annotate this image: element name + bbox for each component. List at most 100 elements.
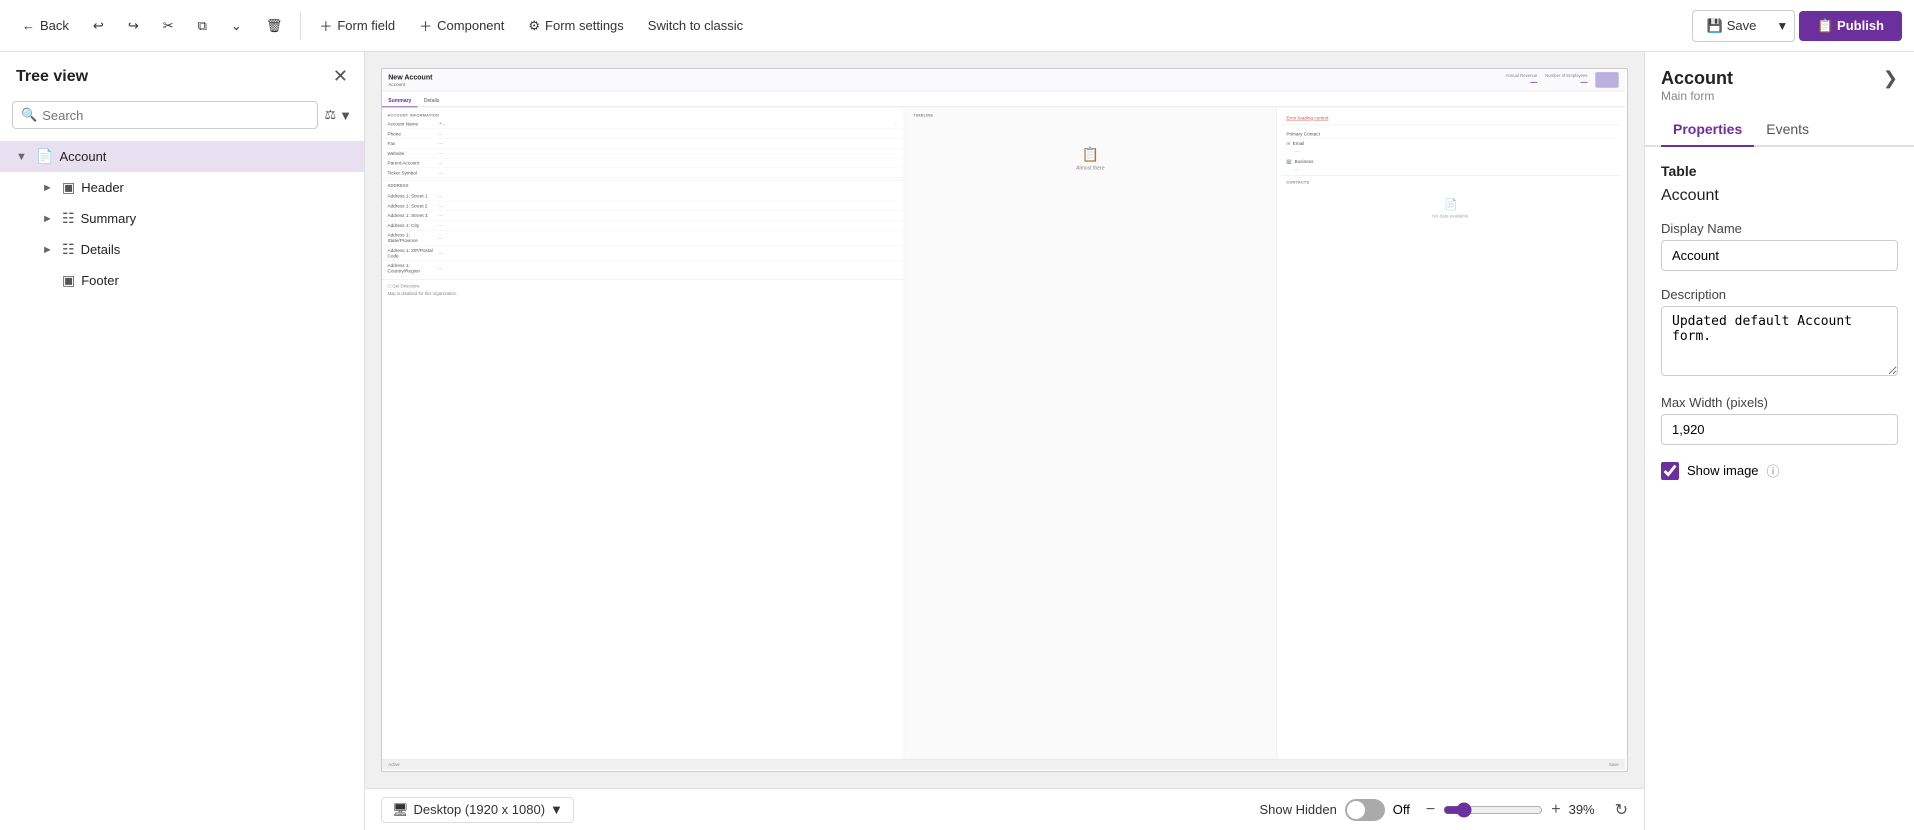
fp-field-country: Address 1: Country/Region --- <box>382 261 904 276</box>
fp-primary-contact-row: Primary Contact <box>1286 129 1615 139</box>
cut-icon: ✂ <box>163 18 174 34</box>
rp-description-textarea[interactable] <box>1661 306 1898 376</box>
rp-show-image-checkbox[interactable] <box>1661 462 1679 480</box>
fp-no-data-area: 📄 No data available. <box>1281 186 1621 230</box>
tree-item-details[interactable]: ► ☷ Details <box>42 234 364 265</box>
search-input-wrap[interactable]: 🔍 <box>12 101 318 129</box>
tree-child-details: ► ☷ Details <box>0 234 364 265</box>
timeline-icon: 📋 <box>1082 146 1099 162</box>
rp-header: Account Main form ❯ <box>1645 52 1914 103</box>
canvas-area: New Account Account Annual Revenue — Num… <box>365 52 1644 830</box>
toggle-state-label: Off <box>1393 802 1410 817</box>
fp-stat-revenue-val: — <box>1530 78 1537 86</box>
fp-field-ticker-val: --- <box>438 170 898 175</box>
refresh-button[interactable]: ↻ <box>1615 800 1628 820</box>
fp-field-street1: Address 1: Street 1 --- <box>382 191 904 201</box>
plus-icon: ＋ <box>319 16 332 35</box>
rp-display-name-input[interactable] <box>1661 240 1898 271</box>
fp-field-account-name-val: --- <box>441 121 893 126</box>
fp-section-account-info: ACCOUNT INFORMATION <box>382 111 904 119</box>
fp-column2: Timeline 📋 Almost there <box>904 107 1277 765</box>
fp-field-state: Address 1: State/Province --- <box>382 230 904 245</box>
save-button[interactable]: 💾 Save <box>1692 10 1770 42</box>
fp-primary-contact-label: Primary Contact <box>1286 131 1337 136</box>
fp-tab-details[interactable]: Details <box>418 94 446 107</box>
switch-classic-button[interactable]: Switch to classic <box>638 12 753 39</box>
fp-field-website: Website --- <box>382 149 904 159</box>
rp-tab-properties[interactable]: Properties <box>1661 113 1754 147</box>
fp-chart-bar <box>1595 72 1618 88</box>
form-field-label: Form field <box>337 18 395 33</box>
tree-item-header[interactable]: ► ▣ Header <box>42 172 364 203</box>
tree-item-summary-label: Summary <box>81 211 352 226</box>
undo-icon: ↩ <box>93 18 104 34</box>
redo-button[interactable]: ↪ <box>118 12 149 40</box>
save-dropdown-button[interactable]: ▼ <box>1770 10 1795 42</box>
fp-column3: Error loading control Primary Contact ✉ … <box>1277 107 1625 765</box>
delete-button[interactable]: 🗑 <box>256 12 293 40</box>
redo-icon: ↪ <box>128 18 139 34</box>
cut-button[interactable]: ✂ <box>153 12 184 40</box>
rp-table-value: Account <box>1661 187 1898 205</box>
add-form-field-button[interactable]: ＋ Form field <box>309 10 405 41</box>
switch-label: Switch to classic <box>648 18 743 33</box>
fp-contacts-label: CONTACTS <box>1281 178 1621 186</box>
rp-expand-button[interactable]: ❯ <box>1883 68 1898 89</box>
fp-stat-revenue: Annual Revenue — <box>1506 73 1538 86</box>
undo-button[interactable]: ↩ <box>83 12 114 40</box>
more-button[interactable]: ⌄ <box>221 12 252 40</box>
fp-field-account-name: Account Name * --- ··· <box>382 119 904 129</box>
tree-item-summary[interactable]: ► ☷ Summary <box>42 203 364 234</box>
filter-button[interactable]: ⚖ ▼ <box>324 107 352 123</box>
copy-button[interactable]: ⧉ <box>188 12 217 40</box>
publish-icon: 📋 <box>1817 18 1837 33</box>
fp-tab-summary[interactable]: Summary <box>382 94 418 107</box>
fp-form-title: New Account <box>388 73 432 81</box>
fp-field-city-val: --- <box>438 223 898 228</box>
fp-map-area: ⬡ Get Directions Map is disabled for thi… <box>382 279 904 300</box>
publish-button[interactable]: 📋 Publish <box>1799 11 1902 41</box>
fp-primary-contact-section: Primary Contact ✉ Email --- 🏢 Business <box>1281 125 1621 176</box>
rp-tabs: Properties Events <box>1645 113 1914 147</box>
fp-field-city: Address 1: City --- <box>382 221 904 231</box>
fp-email-label: Email <box>1293 141 1305 146</box>
rp-tab-events[interactable]: Events <box>1754 113 1821 147</box>
rp-info-icon[interactable]: ⓘ <box>1767 461 1780 480</box>
desktop-selector[interactable]: 🖥 Desktop (1920 x 1080) ▼ <box>381 797 574 823</box>
fp-form-subtitle: Account <box>388 81 432 86</box>
zoom-plus-button[interactable]: + <box>1551 801 1560 819</box>
show-hidden-label: Show Hidden <box>1259 802 1336 817</box>
rp-max-width-input[interactable] <box>1661 414 1898 445</box>
tree-item-footer-label: Footer <box>81 273 352 288</box>
rp-description-label: Description <box>1661 287 1898 302</box>
filter-icon: ⚖ <box>324 107 336 123</box>
tree-child-footer: ► ▣ Footer <box>0 265 364 296</box>
fp-stats: Annual Revenue — Number of Employees — <box>1506 72 1619 88</box>
chevron-right-icon2: ► <box>42 213 56 225</box>
form-preview: New Account Account Annual Revenue — Num… <box>381 68 1628 772</box>
search-input[interactable] <box>42 108 309 123</box>
zoom-minus-button[interactable]: − <box>1426 801 1435 819</box>
form-settings-button[interactable]: ⚙ Form settings <box>518 12 633 40</box>
fp-field-street2: Address 1: Street 2 --- <box>382 201 904 211</box>
tree-item-account[interactable]: ▼ 📄 Account <box>0 141 364 172</box>
sidebar-close-button[interactable]: ✕ <box>333 66 348 87</box>
chevron-down-icon: ▼ <box>339 108 352 123</box>
fp-business-label: Business <box>1294 159 1313 164</box>
hidden-toggle[interactable] <box>1345 799 1385 821</box>
rp-title-area: Account Main form <box>1661 68 1733 103</box>
fp-field-street2-label: Address 1: Street 2 <box>387 203 438 208</box>
chevron-down-icon: ▼ <box>16 151 30 163</box>
fp-stat-employees-val: — <box>1581 78 1588 86</box>
chevron-right-icon: ► <box>42 182 56 194</box>
fp-error-link[interactable]: Error loading control <box>1286 115 1328 120</box>
add-component-button[interactable]: ＋ Component <box>409 10 514 41</box>
fp-field-fax-val: --- <box>438 141 898 146</box>
fp-field-account-name-label: Account Name <box>387 121 438 126</box>
fp-field-menu-icon: ··· <box>894 121 899 126</box>
fp-title-area: New Account Account <box>388 73 432 87</box>
back-button[interactable]: ← Back <box>12 12 79 39</box>
fp-field-street3-label: Address 1: Street 3 <box>387 213 438 218</box>
tree-item-footer[interactable]: ► ▣ Footer <box>42 265 364 296</box>
zoom-slider[interactable] <box>1443 802 1543 818</box>
